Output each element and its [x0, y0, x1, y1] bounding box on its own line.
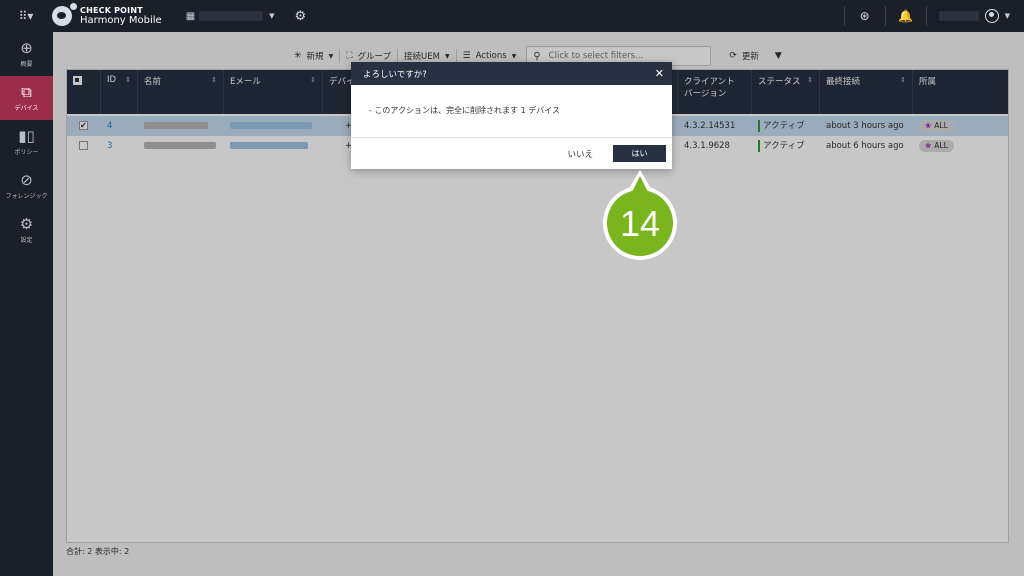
confirm-dialog: よろしいですか? ✕ - このアクションは、完全に削除されます 1 デバイス い…	[351, 62, 672, 169]
global-settings-gear-icon[interactable]: ⚙	[295, 9, 307, 24]
step-callout-badge: 14	[603, 170, 677, 260]
sidebar: ⊕ 概要 ⧉ デバイス ▮▯ ポリシー ⊘ フォレンジック ⚙ 設定	[0, 32, 53, 576]
user-avatar-icon[interactable]	[984, 9, 999, 23]
chevron-down-icon: ▼	[269, 12, 275, 20]
sidebar-item-label: 概要	[20, 60, 33, 68]
fingerprint-search-icon: ⊘	[20, 170, 33, 189]
notification-bell-icon[interactable]: 🔔	[886, 9, 926, 23]
tenant-name-redacted	[199, 11, 264, 21]
no-button[interactable]: いいえ	[567, 148, 593, 160]
dialog-title: よろしいですか?	[363, 69, 427, 80]
building-icon: ▦	[185, 10, 196, 22]
sidebar-item-devices[interactable]: ⧉ デバイス	[0, 76, 53, 120]
logo-brand: CHECK POINT	[80, 5, 143, 15]
dialog-footer: いいえ はい	[351, 138, 672, 169]
sidebar-item-label: ポリシー	[14, 148, 39, 156]
logo: CHECK POINT Harmony Mobile	[52, 3, 162, 27]
step-number: 14	[620, 203, 660, 244]
gear-icon: ⚙	[19, 214, 34, 233]
logo-product: Harmony Mobile	[80, 14, 162, 26]
user-name-redacted[interactable]	[938, 11, 979, 21]
sidebar-item-label: 設定	[20, 236, 33, 244]
sidebar-item-overview[interactable]: ⊕ 概要	[0, 32, 53, 76]
divider	[925, 6, 927, 26]
sidebar-item-forensics[interactable]: ⊘ フォレンジック	[0, 164, 53, 208]
dialog-message: - このアクションは、完全に削除されます 1 デバイス	[351, 85, 672, 138]
yes-button[interactable]: はい	[613, 145, 666, 162]
chevron-down-icon[interactable]: ▼	[1005, 12, 1010, 20]
policy-book-icon: ▮▯	[18, 126, 35, 145]
sidebar-item-label: フォレンジック	[5, 192, 48, 200]
dialog-header: よろしいですか? ✕	[351, 62, 672, 85]
checkpoint-logo-icon	[52, 3, 77, 26]
sidebar-item-settings[interactable]: ⚙ 設定	[0, 208, 53, 252]
app-launcher-icon[interactable]: ⠿▾	[0, 0, 52, 32]
devices-icon: ⧉	[21, 82, 32, 101]
top-bar: ⠿▾ CHECK POINT Harmony Mobile ▦ ▼ ⚙ ⊛ 🔔 …	[0, 0, 1024, 32]
sidebar-item-policy[interactable]: ▮▯ ポリシー	[0, 120, 53, 164]
help-lifebuoy-icon[interactable]: ⊛	[845, 9, 885, 23]
tenant-selector[interactable]: ▦ ▼	[186, 11, 275, 22]
arrow-up-circle-icon: ⊕	[20, 38, 33, 57]
sidebar-item-label: デバイス	[14, 104, 39, 112]
close-icon[interactable]: ✕	[655, 67, 664, 80]
